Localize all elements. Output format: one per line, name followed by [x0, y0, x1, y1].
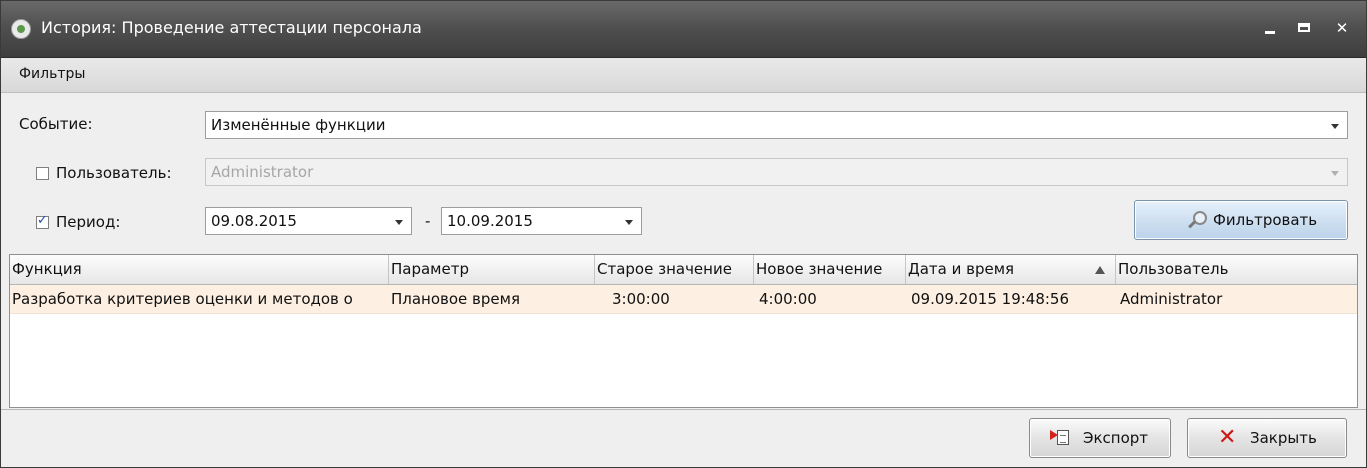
- export-button-label: Экспорт: [1083, 429, 1149, 447]
- date-to-value: 10.09.2015: [447, 212, 533, 230]
- minimize-button[interactable]: [1257, 15, 1283, 41]
- date-separator: -: [425, 212, 431, 230]
- user-checkbox[interactable]: [36, 167, 49, 180]
- column-header-datetime-label: Дата и время: [908, 260, 1015, 278]
- user-select-value: Administrator: [211, 163, 314, 181]
- maximize-button[interactable]: [1291, 15, 1317, 41]
- sort-ascending-icon: [1095, 266, 1105, 274]
- window-title: История: Проведение аттестации персонала: [41, 18, 422, 37]
- cell-user: Administrator: [1120, 290, 1223, 308]
- table-header: Функция Параметр Старое значение Новое з…: [10, 255, 1357, 285]
- cell-function: Разработка критериев оценки и методов о: [12, 290, 353, 308]
- chevron-down-icon[interactable]: [625, 220, 633, 225]
- export-icon: [1050, 427, 1072, 449]
- cell-old-value: 3:00:00: [612, 290, 670, 308]
- cell-new-value: 4:00:00: [759, 290, 817, 308]
- export-button[interactable]: Экспорт: [1029, 418, 1171, 458]
- window-close-button[interactable]: ✕: [1329, 15, 1355, 41]
- title-bar[interactable]: История: Проведение аттестации персонала…: [1, 1, 1366, 58]
- table-row[interactable]: Разработка критериев оценки и методов о …: [10, 285, 1357, 314]
- user-select[interactable]: Administrator: [205, 158, 1348, 186]
- filters-panel-title: Фильтры: [19, 66, 86, 82]
- column-header-new-value[interactable]: Новое значение: [754, 255, 906, 284]
- event-label: Событие:: [19, 115, 93, 133]
- period-checkbox[interactable]: [36, 213, 49, 229]
- close-button[interactable]: ✕ Закрыть: [1187, 418, 1347, 458]
- cell-parameter: Плановое время: [391, 290, 520, 308]
- close-icon: ✕: [1218, 425, 1237, 450]
- close-icon: ✕: [1335, 19, 1349, 37]
- maximize-icon: [1298, 23, 1310, 32]
- column-header-parameter[interactable]: Параметр: [389, 255, 595, 284]
- user-label: Пользователь:: [56, 164, 172, 182]
- event-select[interactable]: Изменённые функции: [205, 111, 1348, 139]
- search-icon: [1187, 209, 1207, 229]
- column-header-old-value[interactable]: Старое значение: [595, 255, 754, 284]
- column-header-function[interactable]: Функция: [10, 255, 389, 284]
- date-from-picker[interactable]: 09.08.2015: [205, 207, 412, 235]
- chevron-down-icon[interactable]: [395, 220, 403, 225]
- chevron-down-icon[interactable]: [1331, 124, 1339, 129]
- date-to-picker[interactable]: 10.09.2015: [441, 207, 642, 235]
- period-label: Период:: [56, 213, 121, 231]
- history-window: История: Проведение аттестации персонала…: [0, 0, 1367, 468]
- app-icon: [11, 19, 31, 39]
- history-table[interactable]: Функция Параметр Старое значение Новое з…: [9, 254, 1358, 408]
- column-header-user[interactable]: Пользователь: [1116, 255, 1357, 284]
- event-select-value: Изменённые функции: [211, 116, 386, 134]
- filter-button-label: Фильтровать: [1213, 211, 1318, 229]
- footer-divider: [1, 409, 1366, 410]
- date-from-value: 09.08.2015: [211, 212, 297, 230]
- filters-panel-header[interactable]: Фильтры: [1, 58, 1366, 93]
- column-header-datetime[interactable]: Дата и время: [906, 255, 1116, 284]
- minimize-icon: [1265, 31, 1275, 34]
- filter-button[interactable]: Фильтровать: [1134, 200, 1348, 240]
- close-button-label: Закрыть: [1250, 429, 1317, 447]
- cell-datetime: 09.09.2015 19:48:56: [911, 290, 1070, 308]
- chevron-down-icon[interactable]: [1331, 171, 1339, 176]
